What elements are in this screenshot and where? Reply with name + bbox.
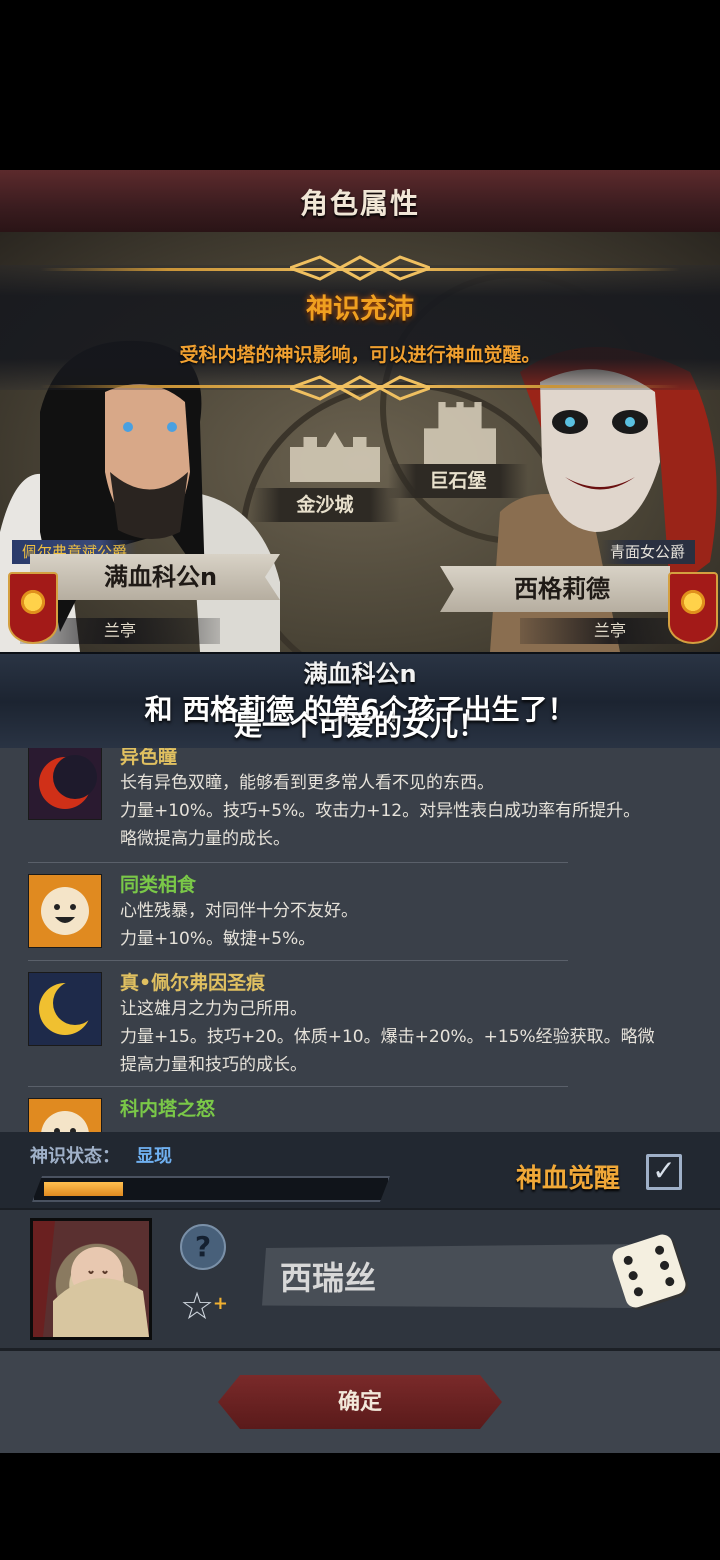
status-progress-fill: [44, 1182, 123, 1196]
trait-name: 同类相食: [120, 874, 197, 896]
sun-icon: [679, 588, 707, 616]
divine-status-panel: 神识状态： 显现 神血觉醒 ✓: [0, 1132, 720, 1208]
status-value: 显现: [136, 1146, 172, 1167]
trait-name: 真•佩尔弗因圣痕: [120, 972, 266, 994]
trait-list[interactable]: 异色瞳 长有异色双瞳，能够看到更多常人看不见的东西。 力量+10%。技巧+5%。…: [0, 748, 720, 1132]
status-label: 神识状态：: [30, 1146, 120, 1167]
trait-item: 科内塔之怒: [28, 1094, 708, 1132]
favorite-star-button[interactable]: ☆ +: [180, 1282, 228, 1330]
trait-name: 异色瞳: [120, 748, 178, 768]
father-crest-shield: [8, 572, 58, 644]
status-progress-bar: [32, 1176, 390, 1202]
child-portrait: [30, 1218, 152, 1340]
trait-name: 科内塔之怒: [120, 1098, 216, 1120]
red-crescent-icon: [28, 748, 102, 820]
banner-text: 受科内塔的神识影响，可以进行神血觉醒。: [179, 344, 541, 366]
awaken-label: 神血觉醒: [516, 1164, 621, 1194]
ornament-icon: [290, 255, 430, 281]
ornament-icon: [290, 375, 430, 401]
sun-icon: [19, 588, 47, 616]
child-naming-panel: ? ☆ +: [0, 1208, 720, 1350]
trait-item: 同类相食 心性残暴，对同伴十分不友好。 力量+10%。敏捷+5%。: [28, 870, 708, 960]
bottom-bar: 确定: [0, 1348, 720, 1453]
help-button[interactable]: ?: [180, 1224, 226, 1270]
trait-desc: 让这雄月之力为己所用。 力量+15。技巧+20。体质+10。爆击+20%。+15…: [120, 999, 655, 1075]
castle-icon: [290, 432, 380, 482]
awaken-checkbox[interactable]: ✓: [646, 1154, 682, 1190]
confirm-button[interactable]: 确定: [218, 1375, 502, 1429]
mother-crest-shield: [668, 572, 718, 644]
smiley-face-icon: [28, 1098, 102, 1132]
announcement-parent-name: 满血科公n: [303, 660, 417, 688]
page-title: 角色属性: [299, 187, 420, 220]
trait-item: 异色瞳 长有异色双瞳，能够看到更多常人看不见的东西。 力量+10%。技巧+5%。…: [28, 748, 708, 852]
mother-name-plate: 西格莉德: [440, 566, 670, 612]
smiley-face-icon: [28, 874, 102, 948]
announcement-line-2: 是一个可爱的女儿！: [233, 709, 486, 742]
birth-announcement: 满血科公n 和 西格莉德 的第6个孩子出生了！ 是一个可爱的女儿！: [0, 652, 720, 752]
banner-title: 神识充沛: [306, 294, 414, 325]
title-bar: 角色属性: [0, 170, 720, 234]
trait-desc: 心性残暴，对同伴十分不友好。 力量+10%。敏捷+5%。: [120, 901, 358, 949]
mother-title-tag: 青面女公爵: [600, 540, 696, 564]
awakening-banner: 神识充沛 受科内塔的神识影响，可以进行神血觉醒。: [0, 255, 720, 401]
father-name-plate: 满血科公n: [30, 554, 280, 600]
child-name-input[interactable]: [262, 1244, 642, 1308]
trait-item: 真•佩尔弗因圣痕 让这雄月之力为己所用。 力量+15。技巧+20。体质+10。爆…: [28, 968, 708, 1088]
gold-crescent-icon: [28, 972, 102, 1046]
trait-desc: 长有异色双瞳，能够看到更多常人看不见的东西。 力量+10%。技巧+5%。攻击力+…: [120, 773, 641, 849]
